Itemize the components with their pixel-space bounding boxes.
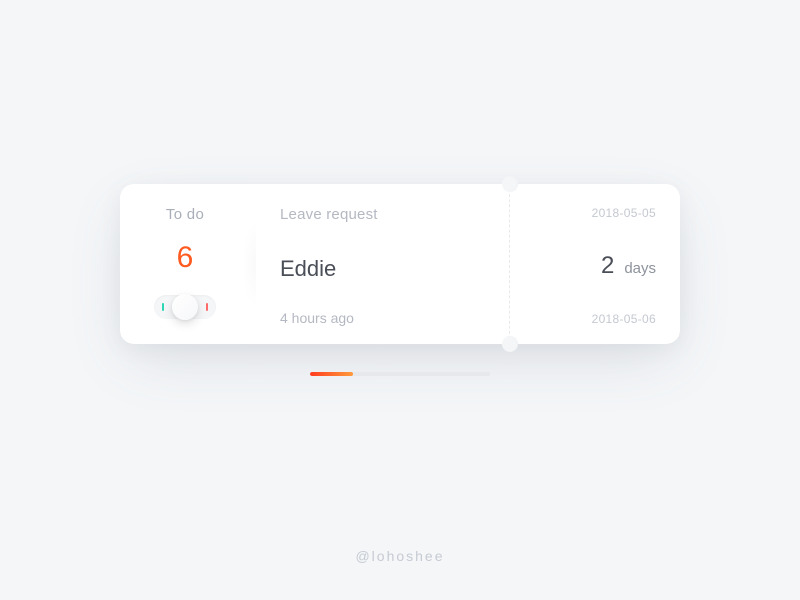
credit: @lohoshee xyxy=(0,548,800,564)
duration: 2 days xyxy=(601,252,656,280)
request-timestamp: 4 hours ago xyxy=(280,310,499,326)
duration-value: 2 xyxy=(601,252,614,280)
duration-unit: days xyxy=(624,260,656,277)
pager-fill xyxy=(310,372,353,376)
view-toggle[interactable] xyxy=(154,295,216,319)
date-column: 2018-05-05 2 days 2018-05-06 xyxy=(510,184,680,344)
toggle-knob[interactable] xyxy=(172,294,198,320)
request-type: Leave request xyxy=(280,206,499,223)
todo-label: To do xyxy=(166,206,204,223)
ticket-notch-icon xyxy=(502,176,518,192)
toggle-tick-left-icon xyxy=(162,303,164,311)
request-details: Leave request Eddie 4 hours ago xyxy=(250,184,510,344)
ticket-notch-icon xyxy=(502,336,518,352)
end-date: 2018-05-06 xyxy=(592,312,656,326)
request-name: Eddie xyxy=(280,256,499,282)
start-date: 2018-05-05 xyxy=(592,206,656,220)
toggle-tick-right-icon xyxy=(206,303,208,311)
pager[interactable] xyxy=(310,372,490,376)
request-card: To do 6 Leave request Eddie 4 hours ago … xyxy=(120,184,680,344)
todo-column: To do 6 xyxy=(120,184,250,344)
todo-count: 6 xyxy=(177,241,194,275)
